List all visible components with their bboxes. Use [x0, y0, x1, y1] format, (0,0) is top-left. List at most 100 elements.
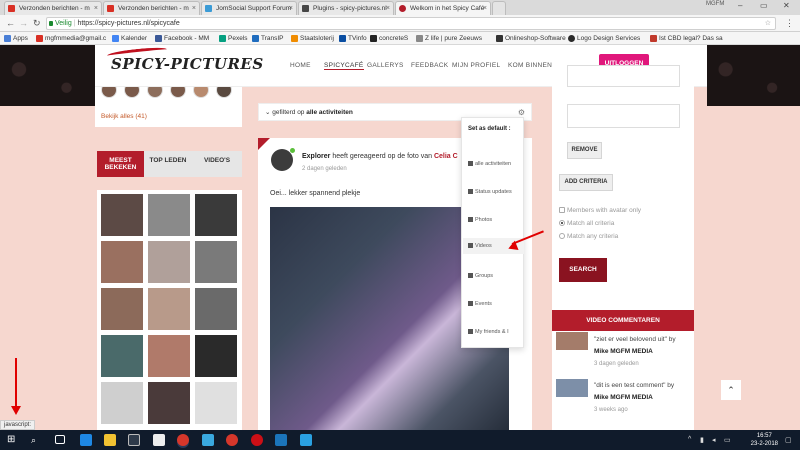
new-tab-button[interactable] — [492, 1, 506, 15]
video-thumbnail[interactable] — [556, 332, 588, 350]
browser-tab[interactable]: Plugins - spicy-pictures.nl × — [298, 1, 394, 15]
store-icon[interactable] — [128, 434, 140, 446]
task-view-icon[interactable] — [55, 435, 65, 444]
menu-mijn-profiel[interactable]: MIJN PROFIEL — [452, 62, 500, 69]
network-icon[interactable]: ▮ — [700, 436, 704, 444]
bookmark-transip[interactable]: TransIP — [252, 34, 284, 43]
chrome-icon[interactable] — [177, 434, 189, 446]
gallery-thumbnail[interactable] — [101, 288, 143, 330]
taskbar-clock[interactable]: 16:57 23-2-2018 — [751, 432, 778, 448]
option-match-all[interactable]: Match all criteria — [559, 220, 614, 227]
gallery-thumbnail[interactable] — [148, 194, 190, 236]
menu-home[interactable]: HOME — [290, 62, 311, 69]
teamviewer-icon[interactable] — [275, 434, 287, 446]
bookmark-apps[interactable]: Apps — [4, 34, 28, 43]
edge-icon[interactable] — [80, 434, 92, 446]
post-target[interactable]: Celia C — [434, 153, 458, 160]
minimize-icon[interactable]: – — [738, 1, 742, 10]
criteria-value-input[interactable] — [567, 104, 680, 128]
reload-icon[interactable]: ↻ — [33, 18, 41, 29]
tray-chevron-icon[interactable]: ^ — [688, 436, 691, 443]
tab-top-leden[interactable]: TOP LEDEN — [144, 151, 192, 177]
scroll-to-top-button[interactable]: ⌃ — [721, 380, 741, 400]
gallery-thumbnail[interactable] — [195, 194, 237, 236]
app-icon[interactable] — [202, 434, 214, 446]
bookmark-logo-design[interactable]: Logo Design Services — [568, 34, 640, 43]
see-all-link[interactable]: Bekijk alles (41) — [101, 113, 147, 120]
bookmark-gmail[interactable]: mgfmmedia@gmail.c — [36, 34, 106, 43]
volume-icon[interactable]: ◂ — [712, 436, 716, 444]
chrome-icon[interactable] — [226, 434, 238, 446]
add-criteria-button[interactable]: ADD CRITERIA — [559, 174, 613, 191]
tab-videos[interactable]: VIDEO'S — [192, 151, 242, 177]
forward-icon[interactable]: → — [19, 18, 28, 28]
menu-spicycafe[interactable]: SPICYCAFÉ — [324, 62, 364, 70]
tab-meest-bekeken[interactable]: MEEST BEKEKEN — [97, 151, 144, 177]
close-icon[interactable]: × — [386, 2, 390, 15]
browser-tab-active[interactable]: Welkom in het Spicy Café × — [395, 1, 491, 15]
gallery-thumbnail[interactable] — [148, 382, 190, 424]
windows-start-icon[interactable]: ⊞ — [7, 434, 19, 446]
gallery-thumbnail[interactable] — [148, 335, 190, 377]
filter-option-photos[interactable]: Photos — [468, 217, 522, 223]
filter-option-status[interactable]: Status updates — [468, 189, 522, 195]
language-icon[interactable]: ▭ — [724, 436, 731, 444]
menu-gallerys[interactable]: GALLERYS — [367, 62, 404, 69]
gallery-thumbnail[interactable] — [101, 241, 143, 283]
remove-button[interactable]: REMOVE — [567, 142, 602, 159]
menu-feedback[interactable]: FEEDBACK — [411, 62, 448, 69]
browser-tab[interactable]: Verzonden berichten - m × — [4, 1, 102, 15]
option-avatar-only[interactable]: Members with avatar only — [559, 207, 641, 214]
window-close-icon[interactable]: ✕ — [783, 1, 790, 10]
search-icon[interactable]: ⌕ — [31, 434, 43, 446]
file-explorer-icon[interactable] — [104, 434, 116, 446]
opera-icon[interactable] — [251, 434, 263, 446]
close-icon[interactable]: × — [289, 2, 293, 15]
comment-author[interactable]: Mike MGFM MEDIA — [594, 394, 653, 401]
gallery-thumbnail[interactable] — [101, 335, 143, 377]
bookmark-onlineshop[interactable]: Onlineshop-Software — [496, 34, 566, 43]
url-input[interactable]: Veilig | https://spicy-pictures.nl/spicy… — [46, 17, 776, 30]
browser-menu-icon[interactable]: ⋮ — [785, 18, 794, 29]
filter-option-groups[interactable]: Groups — [468, 273, 522, 279]
option-match-any[interactable]: Match any criteria — [559, 233, 618, 240]
gallery-thumbnail[interactable] — [195, 382, 237, 424]
close-icon[interactable]: × — [192, 2, 196, 15]
criteria-field[interactable] — [567, 65, 680, 87]
search-button[interactable]: SEARCH — [559, 258, 607, 282]
gallery-thumbnail[interactable] — [195, 335, 237, 377]
bookmark-cbd[interactable]: Ist CBD legal? Das sa — [650, 34, 723, 43]
site-logo[interactable]: SPICY-PICTURES — [106, 45, 264, 73]
avatar[interactable] — [271, 149, 293, 171]
bookmark-concretes[interactable]: concreteS — [370, 34, 408, 43]
bookmark-star-icon[interactable]: ☆ — [765, 18, 771, 29]
close-icon[interactable]: × — [94, 2, 98, 15]
video-thumbnail[interactable] — [556, 379, 588, 397]
browser-tab[interactable]: Verzonden berichten - m × — [103, 1, 200, 15]
comment-author[interactable]: Mike MGFM MEDIA — [594, 348, 653, 355]
bookmark-pexels[interactable]: Pexels — [219, 34, 248, 43]
gallery-thumbnail[interactable] — [101, 194, 143, 236]
gallery-thumbnail[interactable] — [195, 241, 237, 283]
mail-icon[interactable] — [153, 434, 165, 446]
bookmark-tvinfo[interactable]: TVinfo — [339, 34, 367, 43]
gallery-thumbnail[interactable] — [148, 288, 190, 330]
filter-option-friends[interactable]: My friends & I — [468, 329, 522, 335]
close-icon[interactable]: × — [483, 2, 487, 15]
gallery-thumbnail[interactable] — [195, 288, 237, 330]
post-username[interactable]: Explorer — [302, 153, 330, 160]
app-icon[interactable] — [300, 434, 312, 446]
filter-option-all[interactable]: alle activiteiten — [468, 161, 522, 167]
browser-tab[interactable]: JomSocial Support Forum × — [201, 1, 297, 15]
gallery-thumbnail[interactable] — [101, 382, 143, 424]
notifications-icon[interactable]: ▢ — [785, 436, 792, 444]
gallery-thumbnail[interactable] — [148, 241, 190, 283]
bookmark-staatsloterij[interactable]: Staatsloterij — [291, 34, 334, 43]
back-icon[interactable]: ← — [6, 18, 15, 28]
bookmark-facebook[interactable]: Facebook - MM — [155, 34, 209, 43]
menu-kom-binnen[interactable]: KOM BINNEN — [508, 62, 552, 69]
bookmark-calendar[interactable]: Kalender — [112, 34, 147, 43]
filter-option-events[interactable]: Events — [468, 301, 522, 307]
bookmark-zlife[interactable]: Z life | pure Zeeuws — [416, 34, 482, 43]
maximize-icon[interactable]: ▭ — [760, 1, 768, 10]
